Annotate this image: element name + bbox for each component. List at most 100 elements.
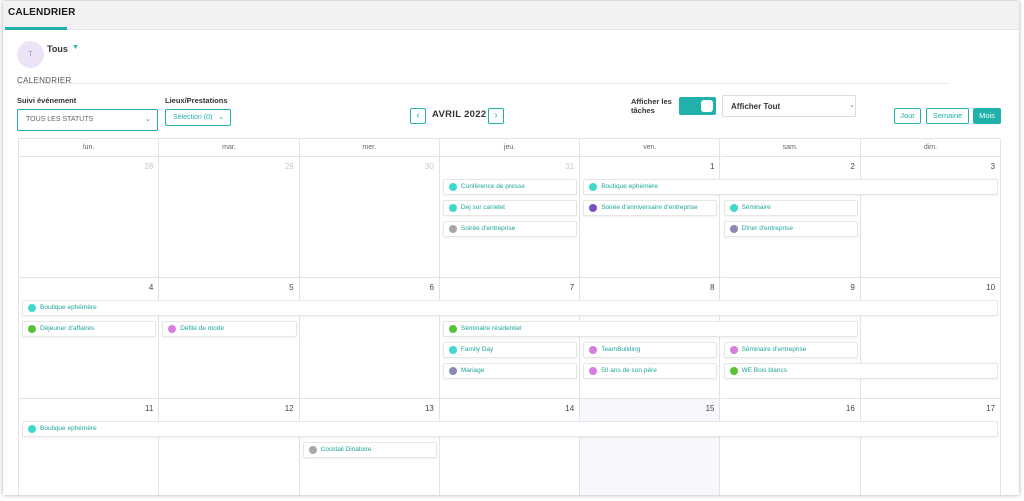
calendar-event[interactable]: Conférence de presse	[442, 179, 578, 195]
day-cell[interactable]: 17	[861, 399, 1002, 495]
event-label: Soirée d'entreprise	[460, 225, 516, 232]
calendar-event[interactable]: Mariage	[442, 363, 578, 379]
day-cell[interactable]: 6	[299, 278, 440, 399]
day-cell[interactable]: 5	[159, 278, 300, 399]
view-month-button[interactable]: Mois	[973, 108, 1001, 124]
calendar-event[interactable]: Séminaire d'entreprise	[723, 342, 858, 358]
top-tab-bar: CALENDRIER	[3, 1, 1019, 30]
calendar-event[interactable]: Soirée d'anniversaire d'entreprise	[583, 200, 718, 216]
display-filter-select[interactable]: Afficher Tout	[722, 95, 856, 117]
day-cell[interactable]: 29	[159, 157, 300, 278]
calendar-event[interactable]: TeamBuilding	[583, 342, 718, 358]
day-cell[interactable]: 10	[860, 278, 1002, 399]
event-status-dot	[448, 346, 457, 354]
day-cell[interactable]: 12	[159, 399, 300, 495]
day-cell[interactable]: 11	[19, 399, 160, 495]
chevron-down-icon: ⌄	[849, 102, 855, 109]
calendar-event[interactable]: Cocktail Dinatoire	[302, 442, 437, 458]
day-number[interactable]: 10	[986, 283, 995, 292]
day-number[interactable]: 12	[285, 404, 294, 413]
day-cell[interactable]: 7	[439, 278, 581, 399]
tab-calendrier[interactable]: CALENDRIER	[8, 7, 76, 18]
day-number[interactable]: 31	[565, 162, 574, 171]
month-label: AVRIL 2022	[432, 109, 487, 120]
chevron-down-icon[interactable]: ▼	[72, 44, 79, 51]
day-number[interactable]: 11	[145, 404, 153, 413]
weekday-header: mar.	[159, 139, 300, 157]
weekday-header: ven.	[580, 139, 721, 157]
day-number[interactable]: 9	[850, 283, 854, 292]
event-label: Séminaire résidentiel	[460, 325, 522, 332]
event-label: Cocktail Dinatoire	[320, 446, 372, 453]
day-cell[interactable]: 4	[19, 278, 160, 399]
day-cell[interactable]: 2	[720, 157, 861, 278]
lieux-select-button[interactable]: Sélection (0) ⌄	[165, 109, 231, 126]
calendar-event[interactable]: Séminaire	[723, 200, 858, 216]
event-status-dot	[448, 367, 457, 375]
status-select-value: TOUS LES STATUTS	[26, 116, 94, 123]
day-cell[interactable]: 31	[439, 157, 581, 278]
day-number[interactable]: 30	[425, 162, 434, 171]
show-tasks-toggle[interactable]	[679, 97, 716, 115]
event-status-dot	[448, 225, 457, 233]
event-status-dot	[448, 204, 457, 212]
app-window: CALENDRIER T Tous ▼ CALENDRIER Suivi évé…	[3, 1, 1019, 495]
day-cell[interactable]: 1	[580, 157, 721, 278]
day-number[interactable]: 6	[429, 283, 433, 292]
day-number[interactable]: 13	[425, 404, 434, 413]
event-label: WE Bois blancs	[741, 367, 788, 374]
day-number[interactable]: 3	[991, 162, 995, 171]
day-number[interactable]: 29	[285, 162, 294, 171]
day-number[interactable]: 5	[289, 283, 293, 292]
calendar-event[interactable]: Défilé de mode	[162, 321, 297, 337]
day-number[interactable]: 7	[570, 283, 574, 292]
calendar-event[interactable]: Séminaire résidentiel	[442, 321, 858, 337]
day-number[interactable]: 15	[706, 404, 715, 413]
day-cell[interactable]: 8	[580, 278, 721, 399]
next-month-button[interactable]: ›	[488, 108, 504, 124]
calendar-event[interactable]: Boutique ephémère	[22, 300, 999, 316]
event-label: Conférence de presse	[460, 183, 525, 190]
calendar-event[interactable]: Soirée d'entreprise	[442, 221, 578, 237]
event-label: Défilé de mode	[180, 325, 225, 332]
view-week-button[interactable]: Semaine	[926, 108, 969, 124]
calendar-event[interactable]: Dîner d'entreprise	[723, 221, 858, 237]
calendar-event[interactable]: Dej sur carrelet	[442, 200, 578, 216]
event-label: Séminaire	[741, 204, 771, 211]
active-tab-indicator	[5, 27, 67, 30]
day-number[interactable]: 4	[149, 283, 153, 292]
day-number[interactable]: 1	[710, 162, 714, 171]
view-day-button[interactable]: Jour	[894, 108, 921, 124]
event-status-dot	[729, 225, 738, 233]
day-cell[interactable]: 16	[721, 399, 861, 495]
day-number[interactable]: 16	[846, 404, 855, 413]
calendar-event[interactable]: Boutique ephémère	[583, 179, 999, 195]
day-cell[interactable]: 28	[19, 157, 160, 278]
day-cell[interactable]: 14	[440, 399, 581, 495]
event-status-dot	[729, 204, 738, 212]
day-number[interactable]: 8	[710, 283, 714, 292]
day-number[interactable]: 14	[565, 404, 574, 413]
event-status-dot	[28, 304, 36, 312]
calendar-event[interactable]: WE Bois blancs	[723, 363, 999, 379]
day-cell[interactable]: 15	[580, 399, 721, 495]
day-number[interactable]: 17	[986, 404, 995, 413]
day-cell[interactable]: 3	[860, 157, 1002, 278]
calendar-event[interactable]: Family Day	[442, 342, 578, 358]
event-status-dot	[589, 367, 598, 375]
status-select[interactable]: TOUS LES STATUTS ⌄	[17, 109, 158, 131]
event-status-dot	[28, 325, 36, 333]
prev-month-button[interactable]: ‹	[410, 108, 426, 124]
event-label: Soirée d'anniversaire d'entreprise	[601, 204, 698, 211]
calendar-event[interactable]: Déjeuner d'affaires	[22, 321, 157, 337]
user-name[interactable]: Tous	[47, 44, 68, 54]
day-number[interactable]: 28	[144, 162, 153, 171]
day-number[interactable]: 2	[850, 162, 854, 171]
day-cell[interactable]: 30	[299, 157, 440, 278]
calendar-event[interactable]: 50 ans de son père	[583, 363, 718, 379]
month-calendar-grid: lun. mar. mer. jeu. ven. sam. dim. 28 29 30 31 1 2 3 4…	[18, 138, 1002, 495]
lieux-label: Lieux/Prestations	[165, 96, 228, 105]
day-cell[interactable]: 9	[720, 278, 861, 399]
calendar-event[interactable]: Boutique ephémère	[22, 421, 999, 437]
event-status-dot	[589, 183, 598, 191]
